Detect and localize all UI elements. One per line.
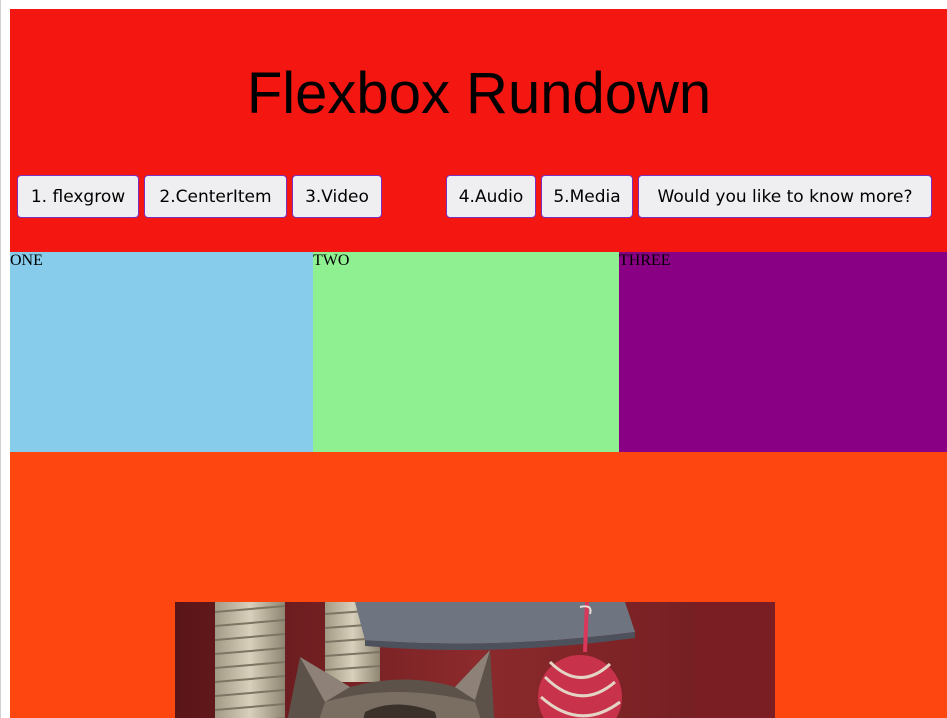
nav-button-center-item[interactable]: 2.CenterItem [144,175,287,218]
header: Flexbox Rundown 1. flexgrow 2.CenterItem… [10,9,947,252]
page: Flexbox Rundown 1. flexgrow 2.CenterItem… [10,9,947,718]
nav-button-know-more[interactable]: Would you like to know more? [638,175,932,218]
media-section [10,452,947,718]
kitten-photo-image [175,602,775,718]
browser-viewport: Flexbox Rundown 1. flexgrow 2.CenterItem… [0,0,947,718]
flex-box-label: TWO [313,252,350,269]
kitten-photo [175,602,775,718]
flex-box-three: THREE [619,252,947,452]
nav-button-audio[interactable]: 4.Audio [446,175,536,218]
flex-box-label: THREE [619,252,671,269]
flex-box-label: ONE [10,252,43,269]
nav-button-video[interactable]: 3.Video [292,175,382,218]
nav-button-flexgrow[interactable]: 1. flexgrow [17,175,139,218]
flex-box-two: TWO [313,252,619,452]
flex-box-one: ONE [10,252,313,452]
nav-button-media[interactable]: 5.Media [541,175,633,218]
flex-boxes: ONE TWO THREE [10,252,947,452]
page-title: Flexbox Rundown [246,61,712,126]
